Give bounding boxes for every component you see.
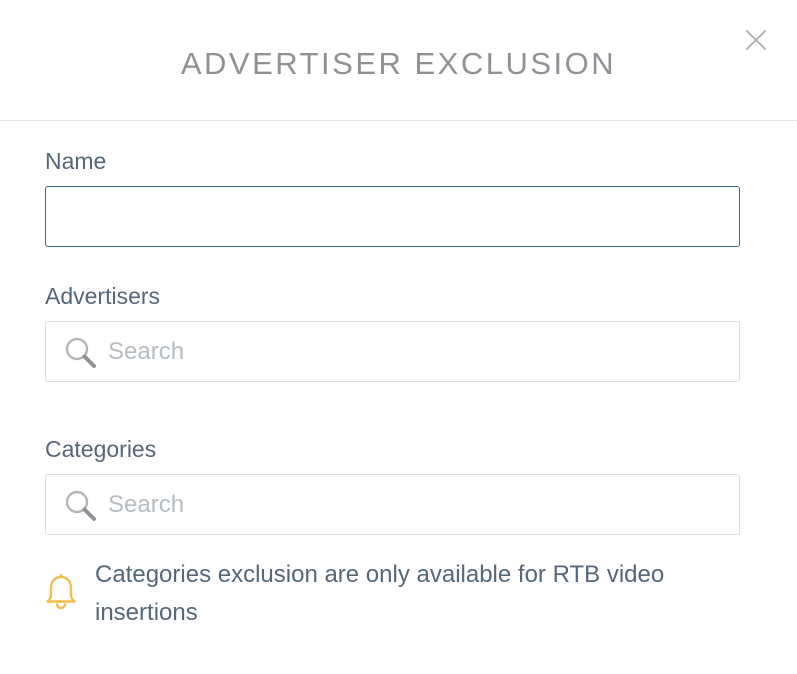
modal-header: ADVERTISER EXCLUSION [0, 0, 797, 121]
notice-text: Categories exclusion are only available … [95, 561, 665, 626]
categories-label: Categories [45, 436, 157, 462]
name-label: Name [45, 148, 107, 174]
advertisers-label: Advertisers [45, 283, 161, 309]
search-icon [64, 489, 98, 523]
bell-icon [45, 573, 77, 610]
close-icon[interactable] [741, 25, 771, 55]
search-icon [64, 336, 98, 370]
name-input[interactable] [45, 186, 740, 247]
advertisers-search-input[interactable] [108, 322, 718, 381]
modal-title: ADVERTISER EXCLUSION [180, 46, 617, 81]
advertiser-exclusion-modal: ADVERTISER EXCLUSION Name Advertisers Ca… [0, 0, 797, 674]
categories-search-box[interactable] [45, 474, 740, 535]
categories-search-input[interactable] [108, 475, 718, 534]
advertisers-search-box[interactable] [45, 321, 740, 382]
